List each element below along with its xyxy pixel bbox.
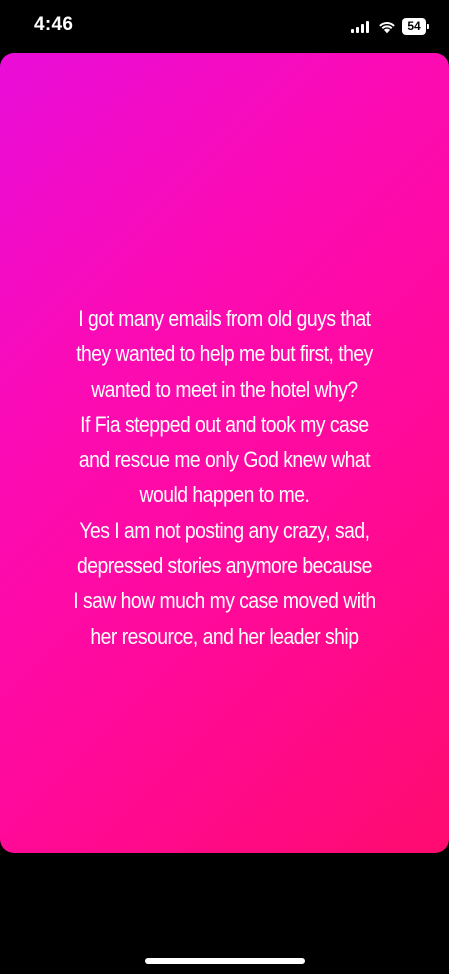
story-line: I saw how much my case moved with [73, 588, 376, 614]
story-card[interactable]: I got many emails from old guys that the… [0, 53, 449, 853]
wifi-icon [377, 19, 397, 34]
status-time: 4:46 [34, 14, 74, 35]
battery-icon: 54 [402, 18, 430, 35]
story-line: they wanted to help me but first, they [76, 341, 373, 367]
story-line: depressed stories anymore because [76, 553, 372, 579]
cellular-signal-icon [351, 21, 371, 33]
story-text: I got many emails from old guys that the… [31, 301, 417, 654]
story-line: and rescue me only God knew what [78, 447, 371, 473]
story-line: If Fia stepped out and took my case [80, 411, 369, 437]
story-line: her resource, and her leader ship [90, 623, 359, 649]
story-line: I got many emails from old guys that [78, 306, 371, 331]
story-line: wanted to meet in the hotel why? [91, 376, 358, 402]
story-line: would happen to me. [139, 482, 310, 508]
home-indicator[interactable] [145, 958, 305, 964]
battery-level: 54 [402, 18, 426, 35]
story-line: Yes I am not posting any crazy, sad, [79, 517, 370, 543]
status-bar: 4:46 54 [0, 0, 449, 50]
